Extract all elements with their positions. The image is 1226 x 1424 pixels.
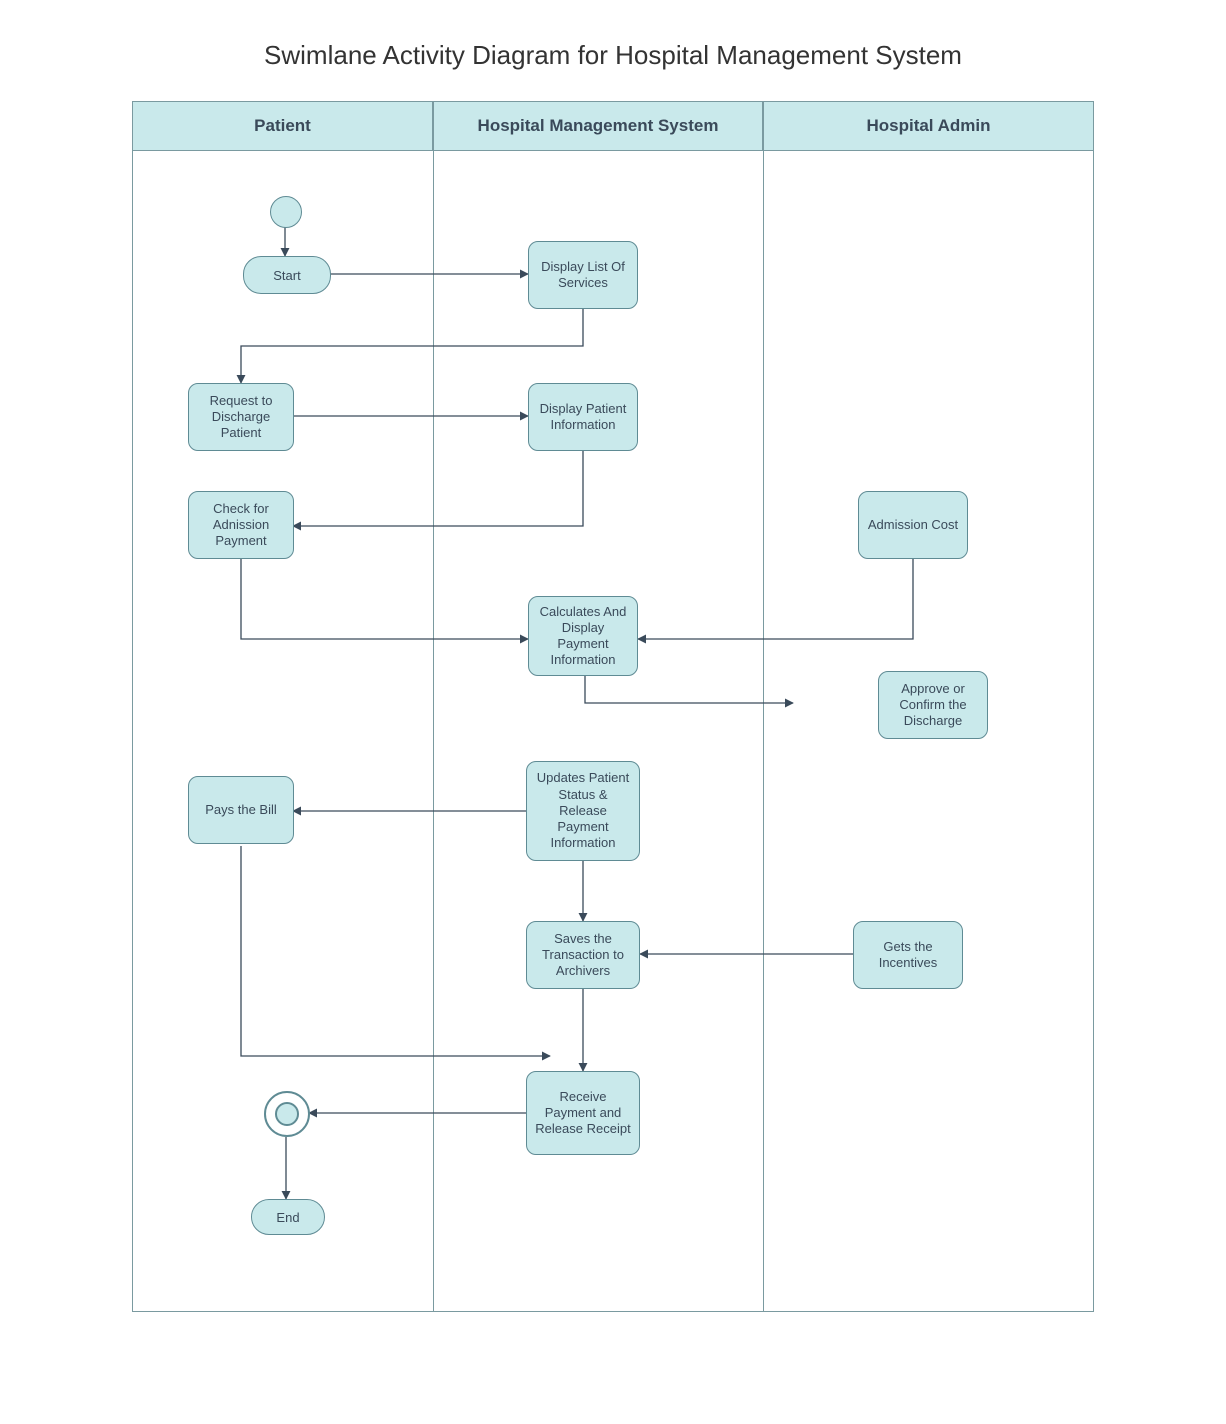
start-node: Start [243, 256, 331, 294]
node-admission-cost: Admission Cost [858, 491, 968, 559]
lane-sep-1 [433, 151, 434, 1311]
end-node: End [251, 1199, 325, 1235]
node-display-patient: Display Patient Information [528, 383, 638, 451]
lane-header-admin: Hospital Admin [763, 102, 1093, 151]
node-pays-bill: Pays the Bill [188, 776, 294, 844]
node-display-services: Display List Of Services [528, 241, 638, 309]
node-gets-incentives: Gets the Incentives [853, 921, 963, 989]
node-calc-payment: Calculates And Display Payment Informati… [528, 596, 638, 676]
node-request-discharge: Request to Discharge Patient [188, 383, 294, 451]
lane-sep-2 [763, 151, 764, 1311]
lane-header-hms: Hospital Management System [433, 102, 763, 151]
node-save-txn: Saves the Transaction to Archivers [526, 921, 640, 989]
node-receive-receipt: Receive Payment and Release Receipt [526, 1071, 640, 1155]
diagram-title: Swimlane Activity Diagram for Hospital M… [0, 40, 1226, 71]
node-update-status: Updates Patient Status & Release Payment… [526, 761, 640, 861]
swimlane-container: Patient Hospital Management System Hospi… [132, 101, 1094, 1312]
node-check-payment: Check for Adnission Payment [188, 491, 294, 559]
node-approve-discharge: Approve or Confirm the Discharge [878, 671, 988, 739]
diagram-body: Start Request to Discharge Patient Check… [133, 151, 1093, 1311]
initial-node [270, 196, 302, 228]
lanes-header: Patient Hospital Management System Hospi… [133, 102, 1093, 151]
final-node [264, 1091, 310, 1137]
lane-header-patient: Patient [133, 102, 433, 151]
